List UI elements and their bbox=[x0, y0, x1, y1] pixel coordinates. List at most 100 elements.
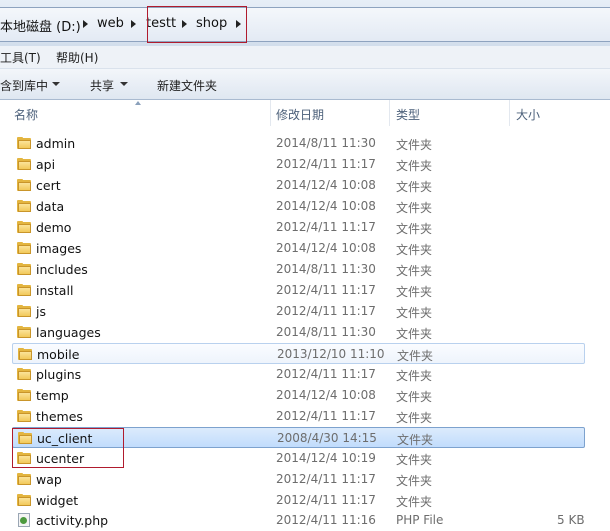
list-item[interactable]: themes 2012/4/11 11:17 文件夹 bbox=[12, 406, 585, 427]
folder-icon bbox=[17, 284, 31, 296]
file-name: admin bbox=[36, 136, 76, 151]
file-date: 2014/8/11 11:30 bbox=[276, 325, 376, 339]
share-button[interactable]: 共享 bbox=[90, 77, 114, 94]
column-header-size[interactable]: 大小 bbox=[516, 106, 540, 123]
column-header-name[interactable]: 名称 bbox=[14, 106, 38, 123]
file-type: 文件夹 bbox=[396, 453, 433, 467]
folder-icon bbox=[17, 368, 31, 380]
file-name: activity.php bbox=[36, 513, 109, 528]
file-name: widget bbox=[36, 493, 79, 508]
folder-icon bbox=[17, 137, 31, 149]
column-divider[interactable] bbox=[389, 100, 390, 126]
address-bar: 本地磁盘 (D:) web testt shop bbox=[0, 0, 610, 47]
file-type: 文件夹 bbox=[396, 285, 433, 299]
file-name: cert bbox=[36, 178, 61, 193]
breadcrumb-drive[interactable]: 本地磁盘 (D:) bbox=[0, 16, 81, 35]
folder-icon bbox=[17, 494, 31, 506]
file-name: demo bbox=[36, 220, 72, 235]
file-type: 文件夹 bbox=[396, 390, 433, 404]
folder-icon bbox=[17, 221, 31, 233]
file-date: 2012/4/11 11:17 bbox=[276, 157, 376, 171]
file-name: js bbox=[36, 304, 46, 319]
file-date: 2012/4/11 11:17 bbox=[276, 493, 376, 507]
list-item[interactable]: plugins 2012/4/11 11:17 文件夹 bbox=[12, 364, 585, 385]
file-date: 2014/12/4 10:08 bbox=[276, 241, 376, 255]
list-item[interactable]: cert 2014/12/4 10:08 文件夹 bbox=[12, 175, 585, 196]
file-type: 文件夹 bbox=[396, 138, 433, 152]
file-type: 文件夹 bbox=[396, 159, 433, 173]
file-name: wap bbox=[36, 472, 62, 487]
file-name: api bbox=[36, 157, 56, 172]
file-type: 文件夹 bbox=[396, 327, 433, 341]
chevron-right-icon[interactable] bbox=[131, 20, 136, 28]
file-type: 文件夹 bbox=[397, 349, 434, 363]
file-date: 2012/4/11 11:16 bbox=[276, 513, 376, 527]
folder-icon bbox=[17, 200, 31, 212]
file-type: 文件夹 bbox=[396, 201, 433, 215]
path-highlight-box bbox=[147, 6, 247, 43]
file-date: 2012/4/11 11:17 bbox=[276, 367, 376, 381]
file-type: 文件夹 bbox=[396, 369, 433, 383]
file-name: images bbox=[36, 241, 82, 256]
file-date: 2014/8/11 11:30 bbox=[276, 262, 376, 276]
folder-icon bbox=[17, 305, 31, 317]
chevron-down-icon[interactable] bbox=[120, 82, 128, 86]
toolbar: 含到库中 共享 新建文件夹 bbox=[0, 69, 610, 100]
chevron-down-icon[interactable] bbox=[52, 82, 60, 86]
column-header-modified[interactable]: 修改日期 bbox=[276, 106, 324, 123]
list-item[interactable]: widget 2012/4/11 11:17 文件夹 bbox=[12, 490, 585, 511]
php-file-icon bbox=[18, 513, 30, 527]
file-date: 2012/4/11 11:17 bbox=[276, 472, 376, 486]
list-item[interactable]: includes 2014/8/11 11:30 文件夹 bbox=[12, 259, 585, 280]
file-date: 2008/4/30 14:15 bbox=[277, 431, 377, 445]
list-item[interactable]: install 2012/4/11 11:17 文件夹 bbox=[12, 280, 585, 301]
include-in-library-button[interactable]: 含到库中 bbox=[0, 77, 48, 94]
list-item[interactable]: js 2012/4/11 11:17 文件夹 bbox=[12, 301, 585, 322]
new-folder-button[interactable]: 新建文件夹 bbox=[157, 77, 217, 94]
file-date: 2014/12/4 10:08 bbox=[276, 178, 376, 192]
folder-icon bbox=[17, 263, 31, 275]
menu-tools[interactable]: 工具(T) bbox=[0, 49, 41, 66]
breadcrumb[interactable] bbox=[0, 7, 610, 42]
folder-icon bbox=[17, 326, 31, 338]
folder-icon bbox=[17, 242, 31, 254]
breadcrumb-web[interactable]: web bbox=[97, 16, 124, 31]
list-item[interactable]: api 2012/4/11 11:17 文件夹 bbox=[12, 154, 585, 175]
list-item[interactable]: admin 2014/8/11 11:30 文件夹 bbox=[12, 133, 585, 154]
list-item[interactable]: languages 2014/8/11 11:30 文件夹 bbox=[12, 322, 585, 343]
file-date: 2012/4/11 11:17 bbox=[276, 304, 376, 318]
file-type: PHP File bbox=[396, 513, 444, 527]
file-date: 2012/4/11 11:17 bbox=[276, 220, 376, 234]
list-item[interactable]: images 2014/12/4 10:08 文件夹 bbox=[12, 238, 585, 259]
file-date: 2012/4/11 11:17 bbox=[276, 283, 376, 297]
file-name: includes bbox=[36, 262, 88, 277]
list-item[interactable]: wap 2012/4/11 11:17 文件夹 bbox=[12, 469, 585, 490]
menu-help[interactable]: 帮助(H) bbox=[56, 49, 98, 66]
folder-icon bbox=[17, 179, 31, 191]
list-item[interactable]: temp 2014/12/4 10:08 文件夹 bbox=[12, 385, 585, 406]
chevron-right-icon[interactable] bbox=[83, 20, 88, 28]
file-name: install bbox=[36, 283, 74, 298]
list-item[interactable]: mobile 2013/12/10 11:10 文件夹 bbox=[12, 343, 585, 364]
column-divider[interactable] bbox=[509, 100, 510, 126]
file-type: 文件夹 bbox=[397, 433, 434, 447]
file-type: 文件夹 bbox=[396, 495, 433, 509]
list-item[interactable]: data 2014/12/4 10:08 文件夹 bbox=[12, 196, 585, 217]
file-type: 文件夹 bbox=[396, 264, 433, 278]
file-type: 文件夹 bbox=[396, 222, 433, 236]
file-type: 文件夹 bbox=[396, 306, 433, 320]
file-name: data bbox=[36, 199, 65, 214]
list-item[interactable]: activity.php 2012/4/11 11:16 PHP File 5 … bbox=[12, 510, 585, 531]
sort-up-icon bbox=[135, 101, 141, 105]
file-name: temp bbox=[36, 388, 69, 403]
folder-icon bbox=[17, 389, 31, 401]
list-item[interactable]: demo 2012/4/11 11:17 文件夹 bbox=[12, 217, 585, 238]
file-size: 5 KB bbox=[557, 513, 585, 527]
column-header-type[interactable]: 类型 bbox=[396, 106, 420, 123]
folder-icon bbox=[17, 410, 31, 422]
file-name: languages bbox=[36, 325, 101, 340]
column-divider[interactable] bbox=[270, 100, 271, 126]
file-date: 2013/12/10 11:10 bbox=[277, 347, 385, 361]
file-type: 文件夹 bbox=[396, 243, 433, 257]
folder-icon bbox=[17, 158, 31, 170]
